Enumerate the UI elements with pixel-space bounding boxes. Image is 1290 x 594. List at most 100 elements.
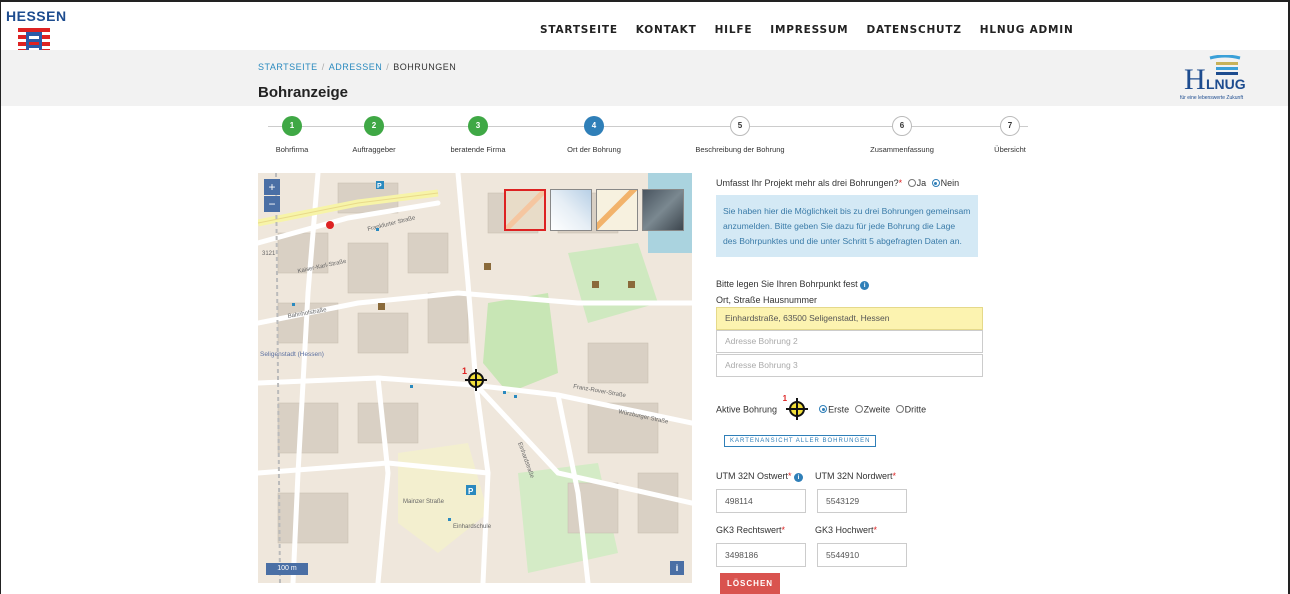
breadcrumb: STARTSEITE / ADRESSEN / BOHRUNGEN bbox=[258, 62, 456, 72]
svg-text:P: P bbox=[468, 487, 474, 496]
street-label: Mainzer Straße bbox=[403, 499, 445, 505]
active-drill-label: Aktive Bohrung bbox=[716, 404, 778, 415]
breadcrumb-bohrungen: BOHRUNGEN bbox=[393, 62, 457, 72]
step-label: beratende Firma bbox=[450, 145, 506, 154]
radio-ja-label: Ja bbox=[916, 178, 927, 188]
required-marker: * bbox=[873, 525, 878, 535]
step-2[interactable]: 2 Auftraggeber bbox=[314, 116, 434, 154]
gk3-hoch-label-wrap: GK3 Hochwert* bbox=[815, 525, 877, 535]
active-drill-row: Aktive Bohrung 1 Erste Zweite Dritte bbox=[716, 394, 927, 420]
layer-osm-thumbnail[interactable] bbox=[504, 189, 546, 231]
zoom-in-button[interactable]: + bbox=[264, 179, 280, 195]
drill-point-marker-icon[interactable] bbox=[465, 369, 487, 391]
gk3-hoch-label: GK3 Hochwert bbox=[815, 525, 874, 535]
step-number: 4 bbox=[584, 116, 604, 136]
poi-icon bbox=[326, 221, 334, 229]
step-6[interactable]: 6 Zusammenfassung bbox=[842, 116, 962, 154]
breadcrumb-startseite[interactable]: STARTSEITE bbox=[258, 62, 318, 72]
utm-nord-label: UTM 32N Nordwert bbox=[815, 471, 893, 481]
point-label: Bitte legen Sie Ihren Bohrpunkt fest bbox=[716, 279, 858, 289]
radio-dritte[interactable] bbox=[895, 405, 904, 414]
delete-button[interactable]: LÖSCHEN bbox=[720, 573, 780, 594]
svg-text:P: P bbox=[377, 183, 382, 190]
radio-zweite[interactable] bbox=[854, 405, 863, 414]
all-drills-map-button[interactable]: KARTENANSICHT ALLER BOHRUNGEN bbox=[724, 435, 877, 447]
utm-ost-input[interactable]: 498114 bbox=[716, 489, 806, 513]
address-label: Ort, Straße Hausnummer bbox=[716, 295, 818, 305]
breadcrumb-adressen[interactable]: ADRESSEN bbox=[329, 62, 383, 72]
header-band bbox=[1, 50, 1288, 106]
nav-impressum[interactable]: IMPRESSUM bbox=[770, 24, 848, 36]
info-box: Sie haben hier die Möglichkeit bis zu dr… bbox=[716, 195, 978, 257]
multi-drill-question: Umfasst Ihr Projekt mehr als drei Bohrun… bbox=[716, 178, 959, 188]
radio-ja[interactable] bbox=[907, 179, 916, 187]
gk3-rechts-input[interactable]: 3498186 bbox=[716, 543, 806, 567]
hlnug-logo-text: LNUG bbox=[1206, 76, 1246, 92]
question-label: Umfasst Ihr Projekt mehr als drei Bohrun… bbox=[716, 178, 899, 188]
step-number: 7 bbox=[1000, 116, 1020, 136]
radio-erste[interactable] bbox=[819, 405, 828, 414]
step-label: Zusammenfassung bbox=[870, 145, 934, 154]
info-icon[interactable]: i bbox=[860, 281, 870, 290]
town-label: Seligenstadt (Hessen) bbox=[260, 351, 324, 358]
page-title: Bohranzeige bbox=[258, 84, 349, 101]
layer-aerial-thumbnail[interactable] bbox=[642, 189, 684, 231]
step-label: Auftraggeber bbox=[352, 145, 396, 154]
point-label-row: Bitte legen Sie Ihren Bohrpunkt fest i bbox=[716, 279, 870, 290]
utm-labels-row: UTM 32N Ostwert* i bbox=[716, 471, 804, 482]
window-frame-top bbox=[0, 0, 1290, 2]
top-navigation: STARTSEITE KONTAKT HILFE IMPRESSUM DATEN… bbox=[540, 24, 1074, 36]
gk3-rechts-label: GK3 Rechtswert bbox=[716, 525, 782, 535]
step-number: 1 bbox=[282, 116, 302, 136]
step-7[interactable]: 7 Übersicht bbox=[950, 116, 1070, 154]
step-4[interactable]: 4 Ort der Bohrung bbox=[534, 116, 654, 154]
required-marker: * bbox=[898, 178, 903, 188]
radio-nein[interactable] bbox=[931, 179, 940, 187]
step-label: Übersicht bbox=[994, 145, 1026, 154]
step-label: Ort der Bohrung bbox=[567, 145, 621, 154]
required-marker: * bbox=[788, 471, 792, 481]
step-number: 2 bbox=[364, 116, 384, 136]
step-3[interactable]: 3 beratende Firma bbox=[418, 116, 538, 154]
required-marker: * bbox=[892, 471, 897, 481]
layer-topo-thumbnail[interactable] bbox=[550, 189, 592, 231]
utm-ost-label: UTM 32N Ostwert bbox=[716, 471, 789, 481]
address-input-2[interactable]: Adresse Bohrung 2 bbox=[716, 330, 983, 353]
drill-marker-icon: 1 bbox=[783, 394, 810, 420]
step-number: 3 bbox=[468, 116, 488, 136]
gk3-hoch-input[interactable]: 5544910 bbox=[817, 543, 907, 567]
zoom-out-button[interactable]: − bbox=[264, 196, 280, 212]
info-icon[interactable]: i bbox=[794, 473, 804, 482]
progress-stepper: 1 Bohrfirma 2 Auftraggeber 3 beratende F… bbox=[258, 112, 1038, 162]
hlnug-logo[interactable]: H LNUG für eine lebenswerte Zukunft bbox=[1180, 54, 1280, 103]
step-5[interactable]: 5 Beschreibung der Bohrung bbox=[680, 116, 800, 154]
map-view[interactable]: Franz-Rover-Straße Würzburger Straße Fra… bbox=[258, 173, 692, 583]
step-number: 5 bbox=[730, 116, 750, 136]
radio-erste-label: Erste bbox=[828, 404, 850, 415]
nav-datenschutz[interactable]: DATENSCHUTZ bbox=[866, 24, 961, 36]
radio-nein-label: Nein bbox=[940, 178, 960, 188]
map-scalebar: 100 m bbox=[266, 563, 308, 575]
utm-nord-label-wrap: UTM 32N Nordwert* bbox=[815, 471, 896, 481]
nav-hlnug-admin[interactable]: HLNUG ADMIN bbox=[980, 24, 1074, 36]
layer-switcher bbox=[504, 189, 684, 231]
address-input-3[interactable]: Adresse Bohrung 3 bbox=[716, 354, 983, 377]
step-number: 6 bbox=[892, 116, 912, 136]
address-input-1[interactable]: Einhardstraße, 63500 Seligenstadt, Hesse… bbox=[716, 307, 983, 330]
nav-startseite[interactable]: STARTSEITE bbox=[540, 24, 618, 36]
nav-kontakt[interactable]: KONTAKT bbox=[636, 24, 697, 36]
nav-hilfe[interactable]: HILFE bbox=[715, 24, 753, 36]
radio-dritte-label: Dritte bbox=[904, 404, 927, 415]
street-label: 3121 bbox=[262, 251, 276, 257]
hlnug-logo-icon: H LNUG bbox=[1184, 54, 1246, 96]
step-label: Beschreibung der Bohrung bbox=[695, 145, 785, 154]
utm-nord-input[interactable]: 5543129 bbox=[817, 489, 907, 513]
svg-text:H: H bbox=[1184, 63, 1206, 95]
hlnug-tagline: für eine lebenswerte Zukunft bbox=[1180, 95, 1244, 101]
zoom-controls: + − bbox=[264, 179, 280, 213]
map-info-button[interactable]: i bbox=[670, 561, 684, 575]
hessen-logo-text: HESSEN bbox=[6, 8, 67, 24]
layer-street-thumbnail[interactable] bbox=[596, 189, 638, 231]
street-label: Einhardschule bbox=[453, 524, 492, 530]
breadcrumb-separator: / bbox=[386, 62, 390, 72]
